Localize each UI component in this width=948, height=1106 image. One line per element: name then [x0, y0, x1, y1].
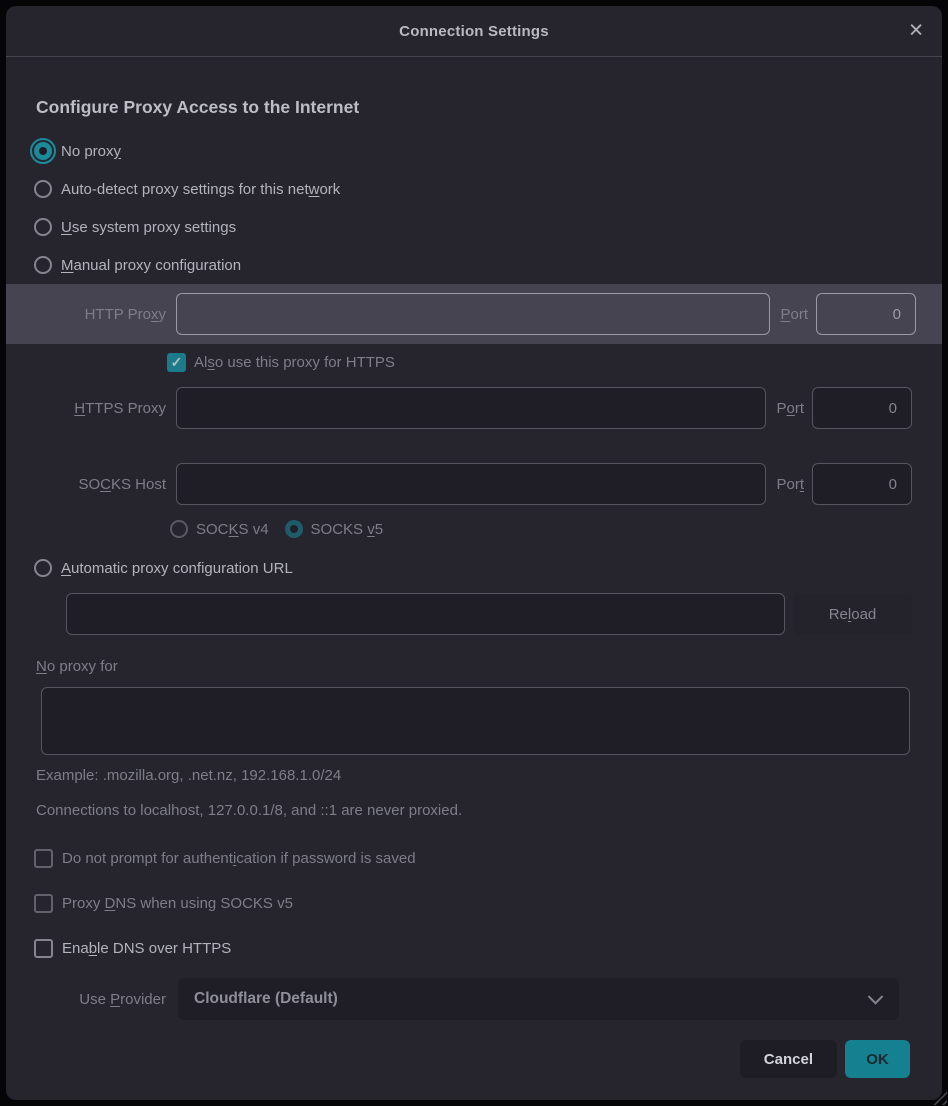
http-port-label: Port [780, 306, 808, 323]
dialog-footer: Cancel OK [6, 1028, 942, 1100]
https-port-input [812, 387, 912, 429]
autoconfig-url-row: Reload [66, 593, 912, 635]
autoconfig-label: Automatic proxy configuration URL [61, 560, 293, 577]
auto-detect-radio[interactable] [34, 180, 52, 198]
manual-proxy-label: Manual proxy configuration [61, 257, 241, 274]
dialog-title: Connection Settings [399, 23, 549, 40]
proxy-dns-row: Proxy DNS when using SOCKS v5 [34, 894, 912, 913]
http-proxy-input [176, 293, 770, 335]
provider-selected-value: Cloudflare (Default) [194, 990, 338, 1008]
also-https-row: ✓ Also use this proxy for HTTPS [167, 344, 912, 380]
socks-host-row: SOCKS Host Port [36, 463, 912, 505]
https-proxy-label: HTTPS Proxy [36, 400, 166, 417]
auto-detect-label: Auto-detect proxy settings for this netw… [61, 181, 340, 198]
no-proxy-example-text: Example: .mozilla.org, .net.nz, 192.168.… [36, 767, 912, 785]
socks-port-label: Port [776, 476, 804, 493]
check-icon: ✓ [171, 354, 183, 371]
socks-version-row: SOCKS v4 SOCKS v5 [170, 511, 912, 547]
localhost-note-text: Connections to localhost, 127.0.0.1/8, a… [36, 802, 912, 820]
ok-button[interactable]: OK [845, 1040, 910, 1078]
chevron-down-icon [868, 989, 884, 1005]
connection-settings-dialog: Connection Settings ✕ Configure Proxy Ac… [6, 6, 942, 1100]
http-port-input [816, 293, 916, 335]
socks-v4-option: SOCKS v4 [170, 520, 269, 538]
socks-port-input [812, 463, 912, 505]
reload-button: Reload [793, 593, 912, 635]
https-proxy-row: HTTPS Proxy Port [36, 387, 912, 429]
dialog-titlebar: Connection Settings ✕ [6, 6, 942, 57]
https-port-label: Port [776, 400, 804, 417]
doh-label: Enable DNS over HTTPS [62, 940, 231, 957]
also-https-label: Also use this proxy for HTTPS [194, 354, 395, 371]
radio-row-auto-detect[interactable]: Auto-detect proxy settings for this netw… [34, 170, 912, 208]
http-proxy-label: HTTP Proxy [36, 306, 166, 323]
doh-checkbox[interactable] [34, 939, 53, 958]
also-https-checkbox: ✓ [167, 353, 186, 372]
socks-v5-label: SOCKS v5 [311, 521, 384, 538]
no-prompt-auth-checkbox [34, 849, 53, 868]
socks-host-label: SOCKS Host [36, 476, 166, 493]
proxy-dns-checkbox [34, 894, 53, 913]
system-proxy-label: Use system proxy settings [61, 219, 236, 236]
no-prompt-auth-row: Do not prompt for authentication if pass… [34, 849, 912, 868]
socks-host-input [176, 463, 766, 505]
cancel-button[interactable]: Cancel [740, 1040, 837, 1078]
manual-proxy-radio[interactable] [34, 256, 52, 274]
http-proxy-row: HTTP Proxy Port [6, 284, 942, 344]
close-icon[interactable]: ✕ [908, 22, 924, 41]
https-proxy-input [176, 387, 766, 429]
no-proxy-for-label: No proxy for [36, 657, 912, 677]
system-proxy-radio[interactable] [34, 218, 52, 236]
page-title: Configure Proxy Access to the Internet [36, 97, 912, 118]
socks-v4-radio [170, 520, 188, 538]
autoconfig-url-input [66, 593, 785, 635]
no-prompt-auth-label: Do not prompt for authentication if pass… [62, 850, 416, 867]
provider-select: Cloudflare (Default) [178, 978, 899, 1020]
no-proxy-radio[interactable] [34, 142, 52, 160]
dialog-content: Configure Proxy Access to the Internet N… [6, 57, 942, 1028]
socks-v5-radio [285, 520, 303, 538]
socks-v4-label: SOCKS v4 [196, 521, 269, 538]
radio-row-manual-proxy[interactable]: Manual proxy configuration [34, 246, 912, 284]
provider-label: Use Provider [36, 991, 166, 1008]
autoconfig-radio[interactable] [34, 559, 52, 577]
doh-row[interactable]: Enable DNS over HTTPS [34, 939, 912, 958]
proxy-dns-label: Proxy DNS when using SOCKS v5 [62, 895, 293, 912]
radio-row-system-proxy[interactable]: Use system proxy settings [34, 208, 912, 246]
no-proxy-for-textarea [41, 687, 910, 755]
radio-row-autoconfig[interactable]: Automatic proxy configuration URL [34, 549, 912, 587]
radio-row-no-proxy[interactable]: No proxy [34, 132, 912, 170]
doh-provider-row: Use Provider Cloudflare (Default) [36, 978, 899, 1020]
no-proxy-label: No proxy [61, 143, 121, 160]
socks-v5-option: SOCKS v5 [285, 520, 384, 538]
